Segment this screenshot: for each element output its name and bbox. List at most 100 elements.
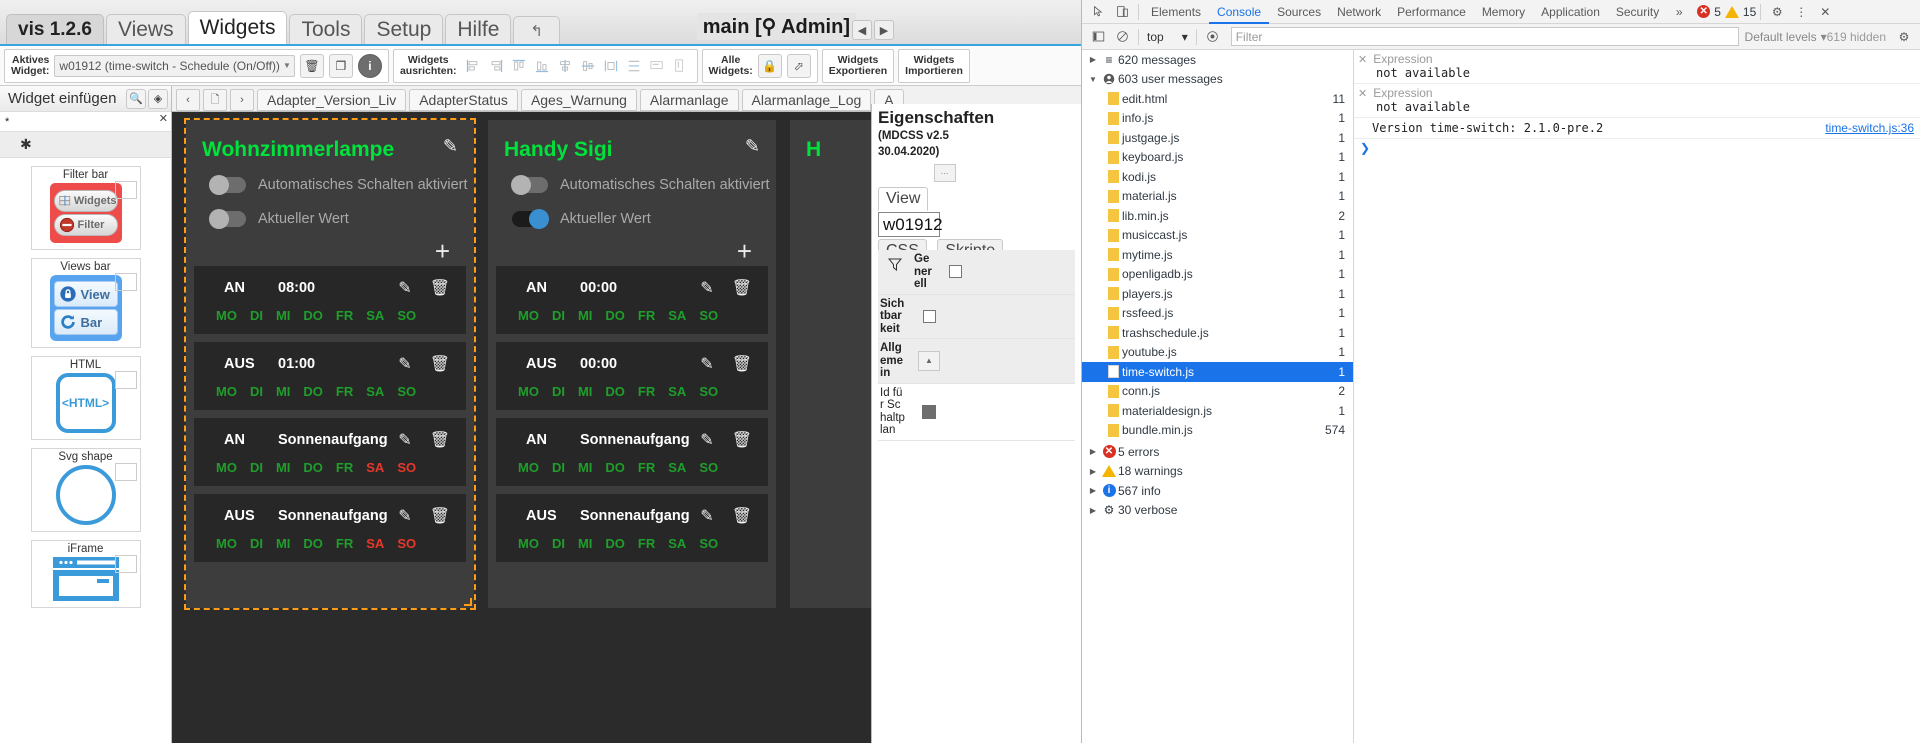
current-value-toggle-row[interactable]: Aktueller Wert: [186, 202, 474, 236]
day-so[interactable]: SO: [699, 308, 718, 323]
sidebar-file-mytime-js[interactable]: mytime.js 1: [1082, 245, 1353, 265]
day-fr[interactable]: FR: [638, 460, 655, 475]
day-fr[interactable]: FR: [638, 308, 655, 323]
auto-switch-toggle[interactable]: [511, 175, 548, 195]
sidebar-group-messages[interactable]: ▶ ≡ 620 messages: [1082, 50, 1353, 70]
day-di[interactable]: DI: [250, 384, 263, 399]
day-do[interactable]: DO: [605, 460, 625, 475]
expand-icon[interactable]: ⬀: [786, 53, 811, 78]
checkbox[interactable]: [948, 265, 962, 279]
console-filter-input[interactable]: Filter: [1230, 27, 1739, 46]
day-do[interactable]: DO: [605, 536, 625, 551]
menu-tab-views[interactable]: Views: [105, 14, 186, 44]
align-v-center-icon[interactable]: [581, 59, 595, 73]
palette-item-html[interactable]: HTML <HTML>: [30, 356, 141, 440]
devtools-tab-network[interactable]: Network: [1329, 0, 1389, 24]
day-so[interactable]: SO: [699, 536, 718, 551]
palette-filter-input[interactable]: *: [0, 112, 171, 132]
day-mo[interactable]: MO: [216, 460, 237, 475]
view-tab-adapterstatus[interactable]: AdapterStatus: [409, 89, 518, 111]
day-fr[interactable]: FR: [336, 308, 353, 323]
devtools-tab-performance[interactable]: Performance: [1389, 0, 1474, 24]
view-canvas[interactable]: Wohnzimmerlampe ✎ Automatisches Schalten…: [172, 112, 871, 743]
day-mo[interactable]: MO: [518, 308, 539, 323]
properties-group-allgemein[interactable]: Allgemein ▲: [878, 339, 1075, 384]
close-icon[interactable]: ✕: [1358, 87, 1367, 100]
pencil-icon[interactable]: ✎: [700, 506, 713, 526]
gear-icon[interactable]: ⚙: [1892, 27, 1916, 47]
console-prompt[interactable]: ❯: [1354, 139, 1920, 155]
sidebar-group-user-messages[interactable]: ▼ 603 user messages: [1082, 70, 1353, 90]
pencil-icon[interactable]: ✎: [398, 506, 411, 526]
chevron-double-right-icon[interactable]: »: [1667, 2, 1691, 22]
day-do[interactable]: DO: [303, 308, 323, 323]
day-mi[interactable]: MI: [276, 384, 290, 399]
current-value-toggle[interactable]: [512, 209, 549, 229]
next-view-button[interactable]: ▶: [874, 20, 894, 40]
same-width-icon[interactable]: [649, 59, 664, 73]
sidebar-file-musiccast-js[interactable]: musiccast.js 1: [1082, 226, 1353, 246]
active-widget-select[interactable]: w01912 (time-switch - Schedule (On/Off))…: [54, 54, 295, 77]
day-di[interactable]: DI: [250, 308, 263, 323]
import-widgets-group[interactable]: Widgets Importieren: [898, 48, 970, 83]
day-so[interactable]: SO: [397, 308, 416, 323]
view-button[interactable]: View: [53, 281, 118, 307]
sidebar-file-bundle-min-js[interactable]: bundle.min.js 574: [1082, 421, 1353, 441]
day-do[interactable]: DO: [303, 384, 323, 399]
day-mo[interactable]: MO: [216, 308, 237, 323]
lock-icon[interactable]: 🔒: [757, 53, 782, 78]
day-mo[interactable]: MO: [518, 536, 539, 551]
undo-arrow-icon[interactable]: ↰: [513, 16, 560, 44]
widget-id-field[interactable]: w01912: [878, 212, 943, 237]
day-mi[interactable]: MI: [276, 460, 290, 475]
schedule-row[interactable]: AN Sonnenaufgang ✎ 🗑 MO DI MI DO FR SA S…: [496, 418, 768, 486]
sidebar-file-players-js[interactable]: players.js 1: [1082, 284, 1353, 304]
devtools-tab-sources[interactable]: Sources: [1269, 0, 1329, 24]
schedule-row[interactable]: AN 08:00 ✎ 🗑 MO DI MI DO FR SA SO: [194, 266, 466, 334]
close-icon[interactable]: ✕: [1358, 53, 1367, 66]
schedule-row[interactable]: AUS 01:00 ✎ 🗑 MO DI MI DO FR SA SO: [194, 342, 466, 410]
sidebar-file-openligadb-js[interactable]: openligadb.js 1: [1082, 265, 1353, 285]
time-switch-widget-handy-sigi[interactable]: Handy Sigi ✎ Automatisches Schalten akti…: [488, 120, 776, 608]
properties-group-sichtbarkeit[interactable]: Sichtbarkeit: [878, 294, 1075, 339]
kebab-menu-icon[interactable]: ⋮: [1789, 2, 1813, 22]
pencil-icon[interactable]: ✎: [398, 278, 411, 298]
day-mi[interactable]: MI: [276, 308, 290, 323]
pin-icon[interactable]: ◈: [148, 88, 168, 109]
close-icon[interactable]: ✕: [159, 112, 168, 125]
day-mi[interactable]: MI: [578, 308, 592, 323]
day-mo[interactable]: MO: [518, 460, 539, 475]
auto-switch-toggle[interactable]: [209, 175, 246, 195]
align-h-center-icon[interactable]: [558, 59, 572, 73]
palette-item-svg-shape[interactable]: Svg shape: [30, 448, 141, 532]
close-icon[interactable]: ✕: [1813, 2, 1837, 22]
sort-ascending-icon[interactable]: ▲: [918, 350, 940, 371]
align-right-icon[interactable]: [489, 59, 503, 73]
day-di[interactable]: DI: [250, 460, 263, 475]
pencil-icon[interactable]: ✎: [700, 430, 713, 450]
day-di[interactable]: DI: [552, 308, 565, 323]
time-switch-widget-wohnzimmerlampe[interactable]: Wohnzimmerlampe ✎ Automatisches Schalten…: [184, 118, 476, 610]
sidebar-file-materialdesign-js[interactable]: materialdesign.js 1: [1082, 401, 1353, 421]
schedule-row[interactable]: AUS Sonnenaufgang ✎ 🗑 MO DI MI DO FR SA …: [194, 494, 466, 562]
day-di[interactable]: DI: [250, 536, 263, 551]
day-sa[interactable]: SA: [668, 384, 686, 399]
day-fr[interactable]: FR: [336, 460, 353, 475]
day-fr[interactable]: FR: [336, 384, 353, 399]
properties-group-control[interactable]: [934, 250, 976, 294]
trash-icon[interactable]: 🗑: [299, 53, 324, 78]
trash-icon[interactable]: 🗑: [430, 278, 450, 298]
day-di[interactable]: DI: [552, 460, 565, 475]
day-so[interactable]: SO: [699, 384, 718, 399]
pencil-icon[interactable]: ✎: [745, 136, 760, 157]
view-tab-ages-warnung[interactable]: Ages_Warnung: [520, 89, 637, 111]
menu-tab-hilfe[interactable]: Hilfe: [445, 14, 512, 44]
menu-tab-setup[interactable]: Setup: [364, 14, 444, 44]
pencil-icon[interactable]: ✎: [700, 354, 713, 374]
align-bottom-icon[interactable]: [535, 59, 549, 73]
sidebar-group-errors[interactable]: ▶ ✕ 5 errors: [1082, 442, 1353, 462]
day-mi[interactable]: MI: [276, 536, 290, 551]
day-mi[interactable]: MI: [578, 384, 592, 399]
day-mo[interactable]: MO: [216, 384, 237, 399]
schedule-row[interactable]: AN 00:00 ✎ 🗑 MO DI MI DO FR SA SO: [496, 266, 768, 334]
